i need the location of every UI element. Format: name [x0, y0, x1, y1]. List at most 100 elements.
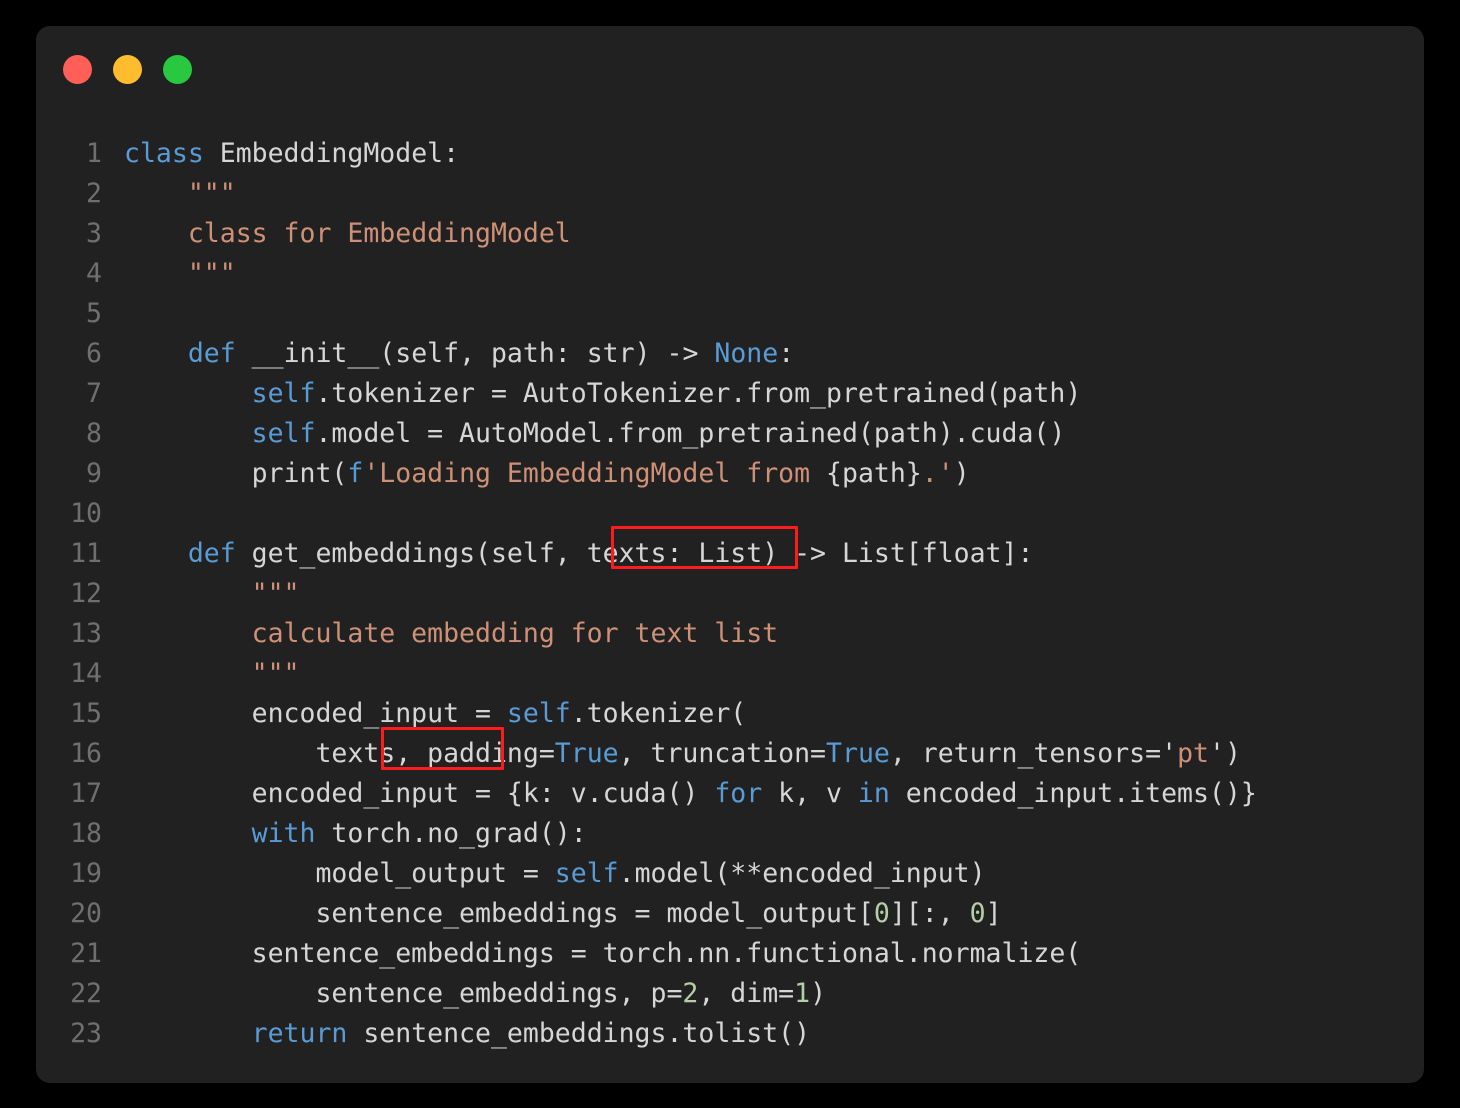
line-number: 5	[86, 298, 102, 329]
maximize-button-circle-icon[interactable]	[163, 54, 192, 84]
code-token: in	[857, 778, 890, 809]
code-token: sentence_embeddings, p=	[124, 978, 683, 1009]
line-number: 18	[70, 818, 102, 849]
code-token: self	[251, 378, 316, 409]
line-number: 13	[70, 618, 102, 649]
code-token: f	[347, 458, 364, 489]
code-token: True	[554, 738, 619, 769]
minimize-button-circle-icon[interactable]	[113, 54, 142, 84]
code-token: with	[251, 818, 316, 849]
line-number: 19	[70, 858, 102, 889]
code-token: encoded_input =	[124, 698, 507, 729]
code-line-text: return sentence_embeddings.tolist()	[124, 1018, 810, 1049]
code-token: k, v	[762, 778, 858, 809]
code-editor-content[interactable]: 1 class EmbeddingModel: 2 """ 3 class for E…	[36, 134, 1424, 1054]
close-button-circle-icon[interactable]	[63, 54, 92, 84]
code-line-text: encoded_input = {k: v.cuda() for k, v in…	[124, 778, 1257, 809]
code-token: def	[187, 538, 236, 569]
line-number: 3	[86, 218, 102, 249]
code-line-text: self.model = AutoModel.from_pretrained(p…	[124, 418, 1066, 449]
code-line: 15 encoded_input = self.tokenizer(	[36, 694, 1424, 734]
line-number: 21	[70, 938, 102, 969]
code-token: """	[251, 658, 300, 689]
line-number: 4	[86, 258, 102, 289]
code-token: 0	[969, 898, 986, 929]
code-token: get_embeddings(self, texts: List) -> Lis…	[235, 538, 1034, 569]
line-number: 14	[70, 658, 102, 689]
code-line: 6 def __init__(self, path: str) -> None:	[36, 334, 1424, 374]
code-token: , return_tensors=	[889, 738, 1162, 769]
code-token: True	[826, 738, 890, 769]
code-line: 17 encoded_input = {k: v.cuda() for k, v…	[36, 774, 1424, 814]
code-token: calculate embedding for text list	[251, 618, 779, 649]
code-line: 2 """	[36, 174, 1424, 214]
code-line-text: encoded_input = self.tokenizer(	[124, 698, 747, 729]
code-token: def	[187, 338, 236, 369]
code-line: 19 model_output = self.model(**encoded_i…	[36, 854, 1424, 894]
code-line-text: calculate embedding for text list	[124, 618, 779, 649]
code-line: 18 with torch.no_grad():	[36, 814, 1424, 854]
code-line: 9 print(f'Loading EmbeddingModel from {p…	[36, 454, 1424, 494]
line-number: 15	[70, 698, 102, 729]
code-line-text: def __init__(self, path: str) -> None:	[124, 338, 794, 369]
code-token: __init__(self, path: str)	[235, 338, 667, 369]
code-token: 2	[682, 978, 699, 1009]
code-token: self	[251, 418, 316, 449]
code-token: None	[714, 338, 779, 369]
line-number: 1	[86, 138, 102, 169]
code-token: class	[124, 138, 204, 169]
line-number: 2	[86, 178, 102, 209]
code-line-text: self.tokenizer = AutoTokenizer.from_pret…	[124, 378, 1082, 409]
line-number: 12	[70, 578, 102, 609]
code-line: 5	[36, 294, 1424, 334]
code-line-text: """	[124, 578, 300, 609]
code-token: torch.no_grad():	[315, 818, 587, 849]
code-token: ][:,	[889, 898, 970, 929]
code-token: model_output =	[124, 858, 555, 889]
code-token: """	[251, 578, 300, 609]
code-line-text: sentence_embeddings, p=2, dim=1)	[124, 978, 826, 1009]
code-token: )	[1224, 738, 1241, 769]
code-token: return	[251, 1018, 348, 1049]
code-line: 21 sentence_embeddings = torch.nn.functi…	[36, 934, 1424, 974]
code-line: 14 """	[36, 654, 1424, 694]
code-line: 1 class EmbeddingModel:	[36, 134, 1424, 174]
code-line-text: print(f'Loading EmbeddingModel from {pat…	[124, 458, 970, 489]
code-token: .model = AutoModel.from_pretrained(path)…	[315, 418, 1066, 449]
code-token: 'Loading EmbeddingModel from	[363, 458, 827, 489]
code-token: sentence_embeddings = model_output[	[124, 898, 874, 929]
code-token: texts, padding=	[124, 738, 555, 769]
code-line-text: class EmbeddingModel:	[124, 138, 459, 169]
code-line-text: texts, padding=True, truncation=True, re…	[124, 738, 1241, 769]
code-token: )	[810, 978, 827, 1009]
code-token: ->	[666, 338, 699, 369]
code-token: .tokenizer(	[570, 698, 747, 729]
line-number: 23	[70, 1018, 102, 1049]
code-token: , dim=	[698, 978, 795, 1009]
line-number: 9	[86, 458, 102, 489]
code-token: '	[1208, 738, 1225, 769]
line-number: 20	[70, 898, 102, 929]
screenshot-root: 1 class EmbeddingModel: 2 """ 3 class for E…	[0, 0, 1460, 1108]
code-token: .tokenizer = AutoTokenizer.from_pretrain…	[315, 378, 1082, 409]
code-token: self	[554, 858, 619, 889]
code-token: :	[778, 338, 795, 369]
code-line: 10	[36, 494, 1424, 534]
code-line-text: """	[124, 258, 236, 289]
code-token: """	[187, 258, 236, 289]
code-token: .'	[921, 458, 954, 489]
code-token: ]	[985, 898, 1002, 929]
code-line-text: class for EmbeddingModel	[124, 218, 571, 249]
code-line-text: with torch.no_grad():	[124, 818, 587, 849]
code-line: 11 def get_embeddings(self, texts: List)…	[36, 534, 1424, 574]
